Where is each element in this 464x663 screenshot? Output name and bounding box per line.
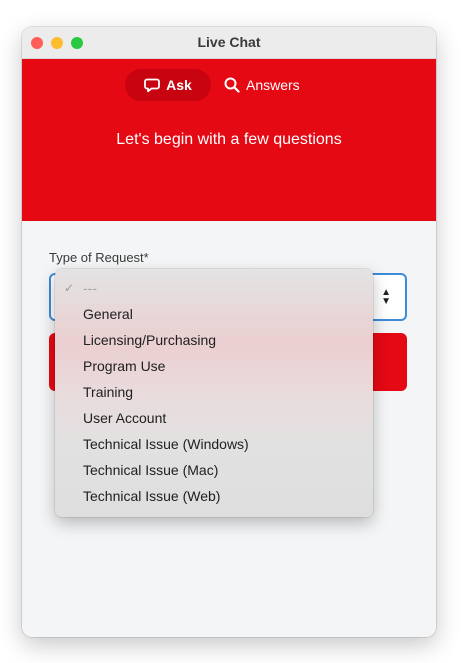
chevron-up-down-icon: ▲ ▼: [381, 287, 391, 307]
chat-bubble-icon: [144, 77, 161, 93]
dropdown-option[interactable]: Licensing/Purchasing: [83, 332, 216, 348]
dropdown-option[interactable]: General: [83, 306, 133, 322]
dropdown-option[interactable]: Technical Issue (Web): [83, 488, 220, 504]
dropdown-option[interactable]: ---: [83, 280, 97, 296]
dropdown-option[interactable]: Program Use: [83, 358, 165, 374]
tab-answers-label: Answers: [246, 77, 300, 93]
tab-answers[interactable]: Answers: [224, 69, 300, 101]
tab-ask-label: Ask: [166, 77, 192, 93]
dropdown-option[interactable]: User Account: [83, 410, 166, 426]
dropdown-option[interactable]: Technical Issue (Windows): [83, 436, 249, 452]
type-of-request-dropdown: ✓ --- General Licensing/Purchasing Progr…: [55, 269, 373, 517]
tab-ask[interactable]: Ask: [125, 69, 211, 101]
checkmark-icon: ✓: [64, 281, 75, 295]
window-title: Live Chat: [197, 34, 261, 50]
dropdown-option[interactable]: Training: [83, 384, 133, 400]
type-of-request-label: Type of Request*: [49, 250, 149, 265]
dropdown-option[interactable]: Technical Issue (Mac): [83, 462, 218, 478]
live-chat-window: Live Chat Ask Answers Let's begin with a…: [22, 27, 436, 637]
search-icon: [224, 77, 240, 93]
chat-header: Ask Answers Let's begin with a few quest…: [22, 59, 436, 221]
title-bar: Live Chat: [22, 27, 436, 59]
hero-heading: Let's begin with a few questions: [116, 131, 342, 148]
